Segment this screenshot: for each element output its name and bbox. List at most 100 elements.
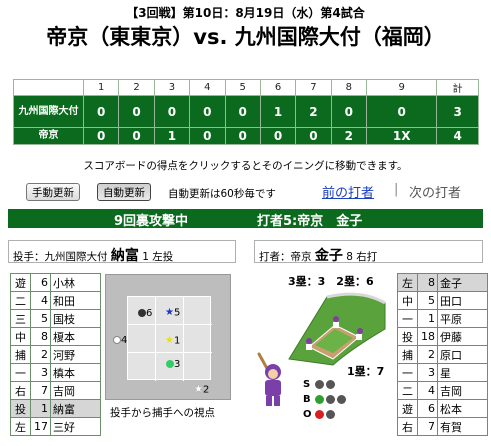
inning-header: 2 <box>118 79 155 96</box>
manual-update-button[interactable]: 手動更新 <box>26 183 80 201</box>
lineup-number: 4 <box>417 381 438 400</box>
lineup-position: 一 <box>10 363 31 382</box>
lineup-position: 中 <box>397 291 418 310</box>
inning-header: 8 <box>330 79 368 96</box>
lineup-player: 三好 <box>50 417 101 436</box>
lineup-position: 捕 <box>397 345 418 364</box>
lineup-row: 左 17 三好 <box>10 417 101 436</box>
inning-score[interactable]: 0 <box>82 95 120 128</box>
runner-third-icon <box>306 338 312 344</box>
pitch-number: 6 <box>146 308 153 319</box>
lineup-number: 18 <box>417 327 438 346</box>
lineup-player: 国枝 <box>50 309 101 328</box>
pitch-dot <box>113 336 121 344</box>
baseball-field-diagram <box>288 292 386 366</box>
lineup-row: 一 3 槙本 <box>10 363 101 382</box>
pitch-number: 1 <box>173 335 181 347</box>
total-score: 3 <box>436 95 479 128</box>
lineup-number: 6 <box>417 399 438 418</box>
lineup-number: 2 <box>30 345 51 364</box>
second-base <box>333 322 339 328</box>
ball-lamp-3 <box>337 394 346 404</box>
inning-score[interactable]: 0 <box>224 127 261 145</box>
lineup-player: 伊藤 <box>437 327 488 346</box>
lineup-row: 二 4 和田 <box>10 291 101 310</box>
lineup-player: 原口 <box>437 345 488 364</box>
lineup-position: 二 <box>10 291 31 310</box>
inning-score[interactable]: 0 <box>189 127 226 145</box>
inning-score[interactable]: 1 <box>259 95 297 128</box>
lineup-number: 8 <box>417 273 438 292</box>
lineup-number: 3 <box>30 363 51 382</box>
lineup-position: 左 <box>10 417 31 436</box>
count-panel: S B O <box>303 377 346 422</box>
batter-name: 金子 <box>314 248 343 264</box>
inning-score[interactable]: 0 <box>118 127 155 145</box>
lineup-number: 4 <box>30 291 51 310</box>
inning-score[interactable]: 1 <box>153 127 191 145</box>
pitcher-name: 納富 <box>110 248 139 264</box>
lineup-row: 三 5 国枝 <box>10 309 101 328</box>
inning-score[interactable]: 0 <box>365 95 438 128</box>
inning-score[interactable]: 0 <box>295 127 332 145</box>
strike-row: S <box>303 377 346 392</box>
team-name-home: 帝京 <box>13 127 84 145</box>
lineup-row: 投 18 伊藤 <box>397 327 488 346</box>
inning-score[interactable]: 0 <box>224 95 261 128</box>
total-score: 4 <box>436 127 479 145</box>
out-lamp-2 <box>326 409 335 419</box>
inning-score[interactable]: 0 <box>189 95 226 128</box>
auto-update-button[interactable]: 自動更新 <box>97 183 151 201</box>
lineup-position: 右 <box>10 381 31 400</box>
inning-header: 6 <box>259 79 297 96</box>
lineup-position: 投 <box>397 327 418 346</box>
prev-batter-link[interactable]: 前の打者 <box>322 182 374 201</box>
lineup-number: 5 <box>30 309 51 328</box>
inning-score[interactable]: 0 <box>153 95 191 128</box>
inning-header: 5 <box>224 79 261 96</box>
lineup-position: 左 <box>397 273 418 292</box>
home-lineup: 左 8 金子 中 5 田口 一 1 平原 投 18 伊藤 捕 2 原口 一3星 二 4 吉岡 遊 6 松本 … <box>397 273 488 436</box>
lineup-player: 河野 <box>50 345 101 364</box>
out-label: O <box>303 409 312 420</box>
nav-separator: | <box>394 182 399 197</box>
lineup-row: 中 8 榎本 <box>10 327 101 346</box>
inning-header: 4 <box>189 79 226 96</box>
lineup-player: 星 <box>437 363 488 382</box>
current-batter-status: 打者5:帝京 金子 <box>257 214 363 229</box>
next-batter-label: 次の打者 <box>409 186 462 201</box>
runner-first-info: 1塁：7 <box>347 365 385 378</box>
out-row: O <box>303 407 346 422</box>
pitcher-number: 1 <box>142 251 149 263</box>
out-lamp-1 <box>315 409 324 419</box>
lineup-number: 2 <box>417 345 438 364</box>
pitch-mark: 6 <box>138 308 152 319</box>
lineup-number: 6 <box>30 273 51 292</box>
lineup-number: 7 <box>417 417 438 436</box>
inning-score[interactable]: 0 <box>82 127 120 145</box>
game-title: 帝京（東東京）vs. 九州国際大付（福岡） <box>46 25 445 49</box>
strike-lamp-2 <box>326 379 335 389</box>
batter-info: 打者：帝京 金子 8 右打 <box>254 240 483 264</box>
inning-score[interactable]: 0 <box>118 95 155 128</box>
lineup-row: 右 7 有賀 <box>397 417 488 436</box>
pitch-star: ★ <box>165 335 174 346</box>
lineup-position: 右 <box>397 417 418 436</box>
batter-hand: 右打 <box>356 251 378 263</box>
inning-score[interactable]: 0 <box>259 127 297 145</box>
batter-figure-icon <box>257 352 281 406</box>
lineup-player: 金子 <box>437 273 488 292</box>
lineup-player: 小林 <box>50 273 101 292</box>
lineup-number: 5 <box>417 291 438 310</box>
inning-score[interactable]: 0 <box>330 95 368 128</box>
lineup-player: 田口 <box>437 291 488 310</box>
inning-score[interactable]: 2 <box>330 127 368 145</box>
inning-score[interactable]: 1X <box>365 127 438 145</box>
pitch-mark: 3 <box>166 359 180 370</box>
lineup-number: 17 <box>30 417 51 436</box>
pitcher-label: 投手：九州国際大付 <box>13 251 108 263</box>
inning-score[interactable]: 2 <box>295 95 332 128</box>
lineup-player: 榎本 <box>50 327 101 346</box>
status-bar: 9回裏攻撃中 打者5:帝京 金子 <box>8 209 483 229</box>
inning-header: 9 <box>365 79 438 96</box>
